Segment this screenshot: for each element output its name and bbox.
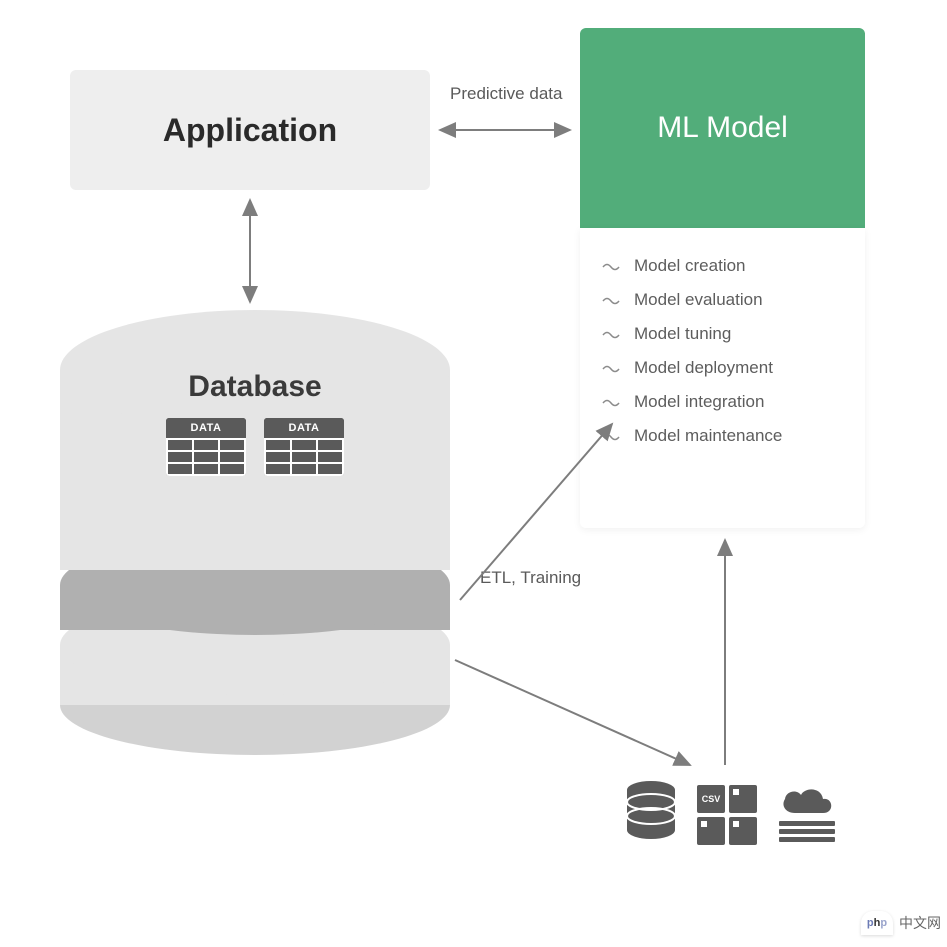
bullet-icon bbox=[602, 431, 620, 441]
ml-model-box: ML Model bbox=[580, 28, 865, 228]
document-icon bbox=[729, 785, 757, 813]
php-logo-icon: php bbox=[861, 911, 893, 935]
data-table-head: DATA bbox=[264, 418, 344, 438]
ml-steps-list: Model creation Model evaluation Model tu… bbox=[580, 228, 865, 528]
bullet-icon bbox=[602, 397, 620, 407]
ml-step-label: Model tuning bbox=[634, 324, 731, 344]
arrow-label-etl: ETL, Training bbox=[480, 568, 581, 588]
watermark: php 中文网 bbox=[861, 911, 941, 935]
ml-step-label: Model deployment bbox=[634, 358, 773, 378]
data-table-head: DATA bbox=[166, 418, 246, 438]
document-icon bbox=[697, 817, 725, 845]
ml-step-label: Model integration bbox=[634, 392, 764, 412]
application-label: Application bbox=[163, 112, 337, 149]
data-table-icon: DATA bbox=[166, 418, 246, 476]
list-item: Model creation bbox=[602, 256, 843, 276]
database-tables: DATA DATA bbox=[60, 418, 450, 476]
bullet-icon bbox=[602, 295, 620, 305]
data-table-icon: DATA bbox=[264, 418, 344, 476]
arrow-label-predictive: Predictive data bbox=[450, 84, 562, 104]
data-sources: CSV bbox=[625, 780, 837, 845]
ml-step-label: Model evaluation bbox=[634, 290, 763, 310]
ml-step-label: Model creation bbox=[634, 256, 746, 276]
list-item: Model evaluation bbox=[602, 290, 843, 310]
bullet-icon bbox=[602, 363, 620, 373]
database-icon bbox=[625, 780, 677, 845]
ml-step-label: Model maintenance bbox=[634, 426, 782, 446]
list-item: Model maintenance bbox=[602, 426, 843, 446]
bullet-icon bbox=[602, 329, 620, 339]
ml-model-label: ML Model bbox=[657, 111, 788, 145]
bullet-icon bbox=[602, 261, 620, 271]
list-item: Model deployment bbox=[602, 358, 843, 378]
list-item: Model integration bbox=[602, 392, 843, 412]
cloud-storage-icon bbox=[777, 785, 837, 845]
document-icon bbox=[729, 817, 757, 845]
database-cylinder: Database DATA DATA bbox=[60, 310, 450, 730]
list-item: Model tuning bbox=[602, 324, 843, 344]
csv-files-icon: CSV bbox=[697, 785, 757, 845]
application-box: Application bbox=[70, 70, 430, 190]
watermark-text: 中文网 bbox=[899, 913, 941, 933]
csv-cell-label: CSV bbox=[697, 785, 725, 813]
database-label: Database bbox=[60, 370, 450, 404]
